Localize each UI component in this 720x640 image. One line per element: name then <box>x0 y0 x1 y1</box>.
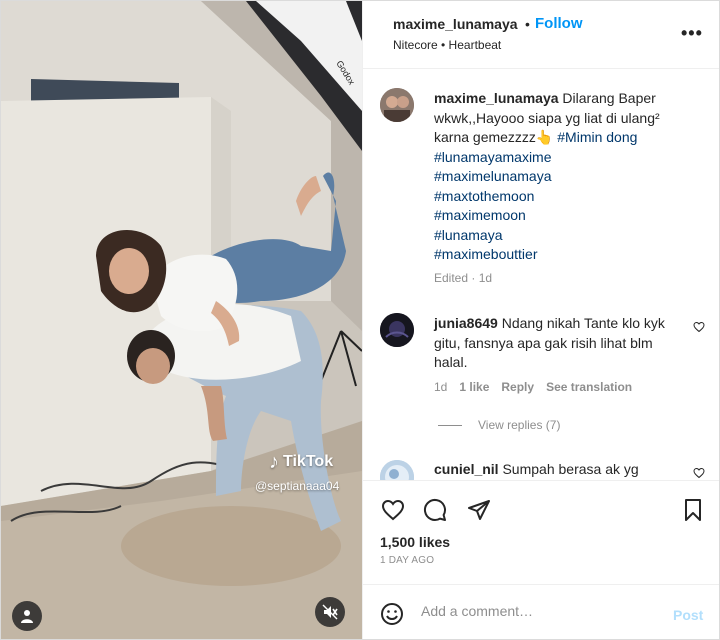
comment-icon[interactable] <box>423 498 447 522</box>
tiktok-handle: @septianaaa04 <box>255 479 340 493</box>
comment-body: Sumpah berasa ak yg <box>502 461 639 477</box>
caption-meta: Edited · 1d <box>434 271 493 285</box>
comment-time: 1d <box>434 380 448 394</box>
user-icon <box>21 610 33 623</box>
hashtag[interactable]: #maximemoon <box>434 206 696 226</box>
likes-count[interactable]: 1,500 likes <box>380 534 450 550</box>
post-date: 1 DAY AGO <box>380 555 435 566</box>
tiktok-brand: TikTok <box>283 453 334 470</box>
hashtag[interactable]: #lunamayamaxime <box>434 148 696 168</box>
emoji-icon[interactable] <box>380 602 404 626</box>
mute-button[interactable] <box>315 597 345 627</box>
post-video[interactable]: Godox ♪ TikTok @septianaaa04 <box>1 1 362 639</box>
comment: junia8649 Ndang nikah Tante klo kyk gitu… <box>434 314 684 373</box>
avatar-image <box>380 460 414 480</box>
heart-icon[interactable] <box>693 321 705 333</box>
caption: maxime_lunamaya Dilarang Baper wkwk,,Hay… <box>434 89 696 265</box>
instagram-post-modal: Godox ♪ TikTok @septianaaa04 maxime_luna… <box>0 0 720 640</box>
heart-icon[interactable] <box>693 467 705 479</box>
see-translation-button[interactable]: See translation <box>546 380 632 394</box>
caption-username[interactable]: maxime_lunamaya <box>434 90 559 106</box>
comment-input[interactable] <box>421 603 651 619</box>
avatar-image <box>380 313 414 347</box>
follow-button[interactable]: Follow <box>535 15 583 32</box>
author-avatar[interactable] <box>380 88 414 122</box>
replies-divider <box>438 424 462 426</box>
comment-username[interactable]: junia8649 <box>434 315 498 331</box>
bookmark-icon[interactable] <box>681 498 705 522</box>
comment-username[interactable]: cuniel_nil <box>434 461 499 477</box>
post-comment-button[interactable]: Post <box>673 607 703 623</box>
video-frame: Godox <box>1 1 362 639</box>
post-header: maxime_lunamaya • Follow Nitecore • Hear… <box>363 1 719 69</box>
view-replies-label: View replies (7) <box>478 418 561 432</box>
hashtag-inline[interactable]: #Mimin dong <box>557 129 637 145</box>
comment-composer: Post <box>363 584 719 639</box>
heart-icon[interactable] <box>381 498 405 522</box>
tiktok-icon: ♪ <box>269 451 279 473</box>
author-username[interactable]: maxime_lunamaya <box>393 16 518 32</box>
comment-likes[interactable]: 1 like <box>459 380 489 394</box>
hashtag[interactable]: #maximelunamaya <box>434 167 696 187</box>
post-side-panel: maxime_lunamaya • Follow Nitecore • Hear… <box>362 1 719 639</box>
comment-meta: 1d 1 like Reply See translation <box>434 380 632 394</box>
avatar-image <box>380 88 414 122</box>
hashtag[interactable]: #maximebouttier <box>434 245 696 265</box>
audio-track[interactable]: Nitecore • Heartbeat <box>393 38 501 52</box>
hashtag[interactable]: #lunamaya <box>434 226 696 246</box>
speaker-muted-icon <box>322 604 338 620</box>
header-separator: • <box>525 16 530 32</box>
comments-list[interactable]: maxime_lunamaya Dilarang Baper wkwk,,Hay… <box>363 70 719 480</box>
comment: cuniel_nil Sumpah berasa ak yg <box>434 460 684 480</box>
commenter-avatar[interactable] <box>380 460 414 480</box>
hashtag[interactable]: #maxtothemoon <box>434 187 696 207</box>
post-actions: 1,500 likes 1 DAY AGO <box>363 480 719 583</box>
commenter-avatar[interactable] <box>380 313 414 347</box>
tagged-users-button[interactable] <box>12 601 42 631</box>
share-icon[interactable] <box>467 498 491 522</box>
tiktok-watermark: ♪ TikTok <box>269 451 334 473</box>
more-options-button[interactable]: ••• <box>681 23 703 44</box>
view-replies-button[interactable]: View replies (7) <box>438 418 560 432</box>
reply-button[interactable]: Reply <box>501 380 534 394</box>
